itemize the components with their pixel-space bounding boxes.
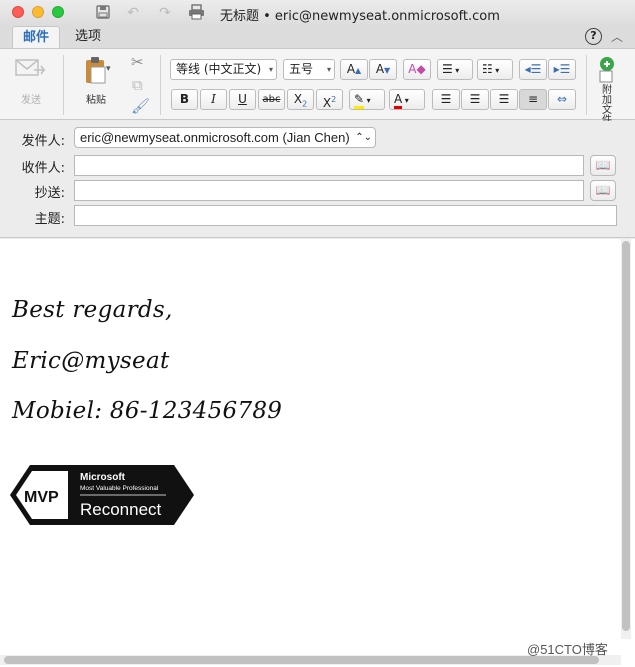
- distribute-icon: ⇔: [556, 92, 568, 106]
- message-header: 发件人: eric@newmyseat.onmicrosoft.com (Jia…: [0, 121, 635, 238]
- highlight-button[interactable]: ✎ ▾: [349, 89, 385, 110]
- to-label: 收件人:: [21, 161, 65, 176]
- highlighter-icon: ✎: [354, 92, 365, 109]
- clipboard-icon: ▾: [74, 55, 118, 85]
- font-color-button[interactable]: A ▾: [389, 89, 425, 110]
- svg-text:▾: ▾: [106, 64, 111, 74]
- decrease-indent-button[interactable]: ◂☰: [519, 59, 547, 80]
- from-label: 发件人:: [21, 134, 65, 149]
- cc-field[interactable]: [74, 180, 584, 201]
- font-size-select[interactable]: 五号 ▾: [283, 59, 335, 80]
- align-center-button[interactable]: ☰: [461, 89, 489, 110]
- numbering-button[interactable]: ☷ ▾: [477, 59, 513, 80]
- subject-field[interactable]: [74, 205, 617, 226]
- bold-button[interactable]: B: [171, 89, 198, 110]
- from-select[interactable]: eric@newmyseat.onmicrosoft.com (Jian Che…: [74, 127, 376, 148]
- font-name-select[interactable]: 等线 (中文正文) ▾: [170, 59, 277, 80]
- window-title: 无标题 • eric@newmyseat.onmicrosoft.com: [220, 9, 500, 24]
- mvp-mark-text: MVP: [24, 489, 59, 506]
- mvp-brand-text: Microsoft: [80, 472, 126, 483]
- to-field[interactable]: [74, 155, 584, 176]
- address-book-icon: 📖: [595, 183, 611, 197]
- signature-line-2: Eric@myseat: [12, 348, 170, 374]
- grow-font-button[interactable]: A▲: [340, 59, 368, 80]
- format-painter-icon[interactable]: 🖌: [131, 97, 150, 115]
- cc-address-book-button[interactable]: 📖: [590, 180, 616, 201]
- eraser-icon: A◆: [408, 62, 426, 76]
- align-left-button[interactable]: ☰: [432, 89, 460, 110]
- align-right-button[interactable]: ☰: [490, 89, 518, 110]
- help-icon[interactable]: ?: [585, 28, 602, 45]
- mvp-reconnect-logo: MVP Microsoft Most Valuable Professional…: [10, 465, 194, 525]
- ribbon: 发送 ▾ 粘贴 ✂ ⧉ 🖌 等线 (中文正文) ▾ 五号 ▾ A▲ A▼ A◆ ☰ …: [0, 48, 635, 126]
- paste-button[interactable]: ▾ 粘贴: [74, 55, 118, 106]
- redo-icon[interactable]: ↷: [156, 4, 174, 22]
- justify-icon: ≡: [527, 92, 539, 106]
- underline-button[interactable]: U: [229, 89, 256, 110]
- address-book-icon: 📖: [595, 158, 611, 172]
- tab-mail[interactable]: 邮件: [12, 26, 60, 48]
- italic-button[interactable]: I: [200, 89, 227, 110]
- mvp-tagline-text: Most Valuable Professional: [80, 485, 159, 492]
- attach-icon: [596, 55, 635, 85]
- bullets-button[interactable]: ☰ ▾: [437, 59, 473, 80]
- zoom-window-button[interactable]: [52, 6, 64, 18]
- close-window-button[interactable]: [12, 6, 24, 18]
- copy-icon[interactable]: ⧉: [132, 76, 143, 94]
- undo-icon[interactable]: ↶: [124, 4, 142, 22]
- align-center-icon: ☰: [469, 92, 481, 106]
- font-color-icon: A: [394, 92, 403, 109]
- align-right-icon: ☰: [498, 92, 510, 106]
- mvp-reconnect-text: Reconnect: [80, 500, 162, 519]
- justify-button[interactable]: ≡: [519, 89, 547, 110]
- minimize-window-button[interactable]: [32, 6, 44, 18]
- send-button[interactable]: 发送: [8, 55, 54, 106]
- numbered-list-icon: ☷: [482, 62, 493, 76]
- collapse-ribbon-icon[interactable]: ︿: [611, 28, 623, 45]
- print-icon[interactable]: [187, 4, 205, 22]
- vertical-scrollbar[interactable]: [621, 239, 631, 639]
- clear-formatting-button[interactable]: A◆: [403, 59, 431, 80]
- distributed-button[interactable]: ⇔: [548, 89, 576, 110]
- attach-file-button[interactable]: 附加文件: [596, 55, 635, 126]
- subject-label: 主题:: [34, 212, 65, 227]
- signature-line-1: Best regards,: [12, 297, 173, 323]
- subscript-button[interactable]: X2: [287, 89, 314, 110]
- message-body[interactable]: Best regards, Eric@myseat Mobiel: 86-123…: [0, 239, 635, 667]
- signature-line-3: Mobiel: 86-123456789: [12, 398, 283, 424]
- superscript-button[interactable]: X2: [316, 89, 343, 110]
- cc-label: 抄送:: [34, 186, 65, 201]
- save-icon[interactable]: [94, 4, 112, 22]
- bullet-list-icon: ☰: [442, 62, 453, 76]
- strikethrough-button[interactable]: abc: [258, 89, 285, 110]
- watermark: @51CTO博客: [527, 642, 608, 657]
- to-address-book-button[interactable]: 📖: [590, 155, 616, 176]
- increase-indent-button[interactable]: ▸☰: [548, 59, 576, 80]
- shrink-font-button[interactable]: A▼: [369, 59, 397, 80]
- title-bar: ↶ ↷ 无标题 • eric@newmyseat.onmicrosoft.com: [0, 0, 635, 26]
- cut-icon[interactable]: ✂: [131, 53, 144, 71]
- send-icon: [8, 55, 54, 85]
- chevron-updown-icon: ⌃⌄: [355, 132, 372, 143]
- align-left-icon: ☰: [440, 92, 452, 106]
- tab-options[interactable]: 选项: [65, 26, 111, 48]
- ribbon-tabs: 邮件 选项 ? ︿: [0, 26, 635, 48]
